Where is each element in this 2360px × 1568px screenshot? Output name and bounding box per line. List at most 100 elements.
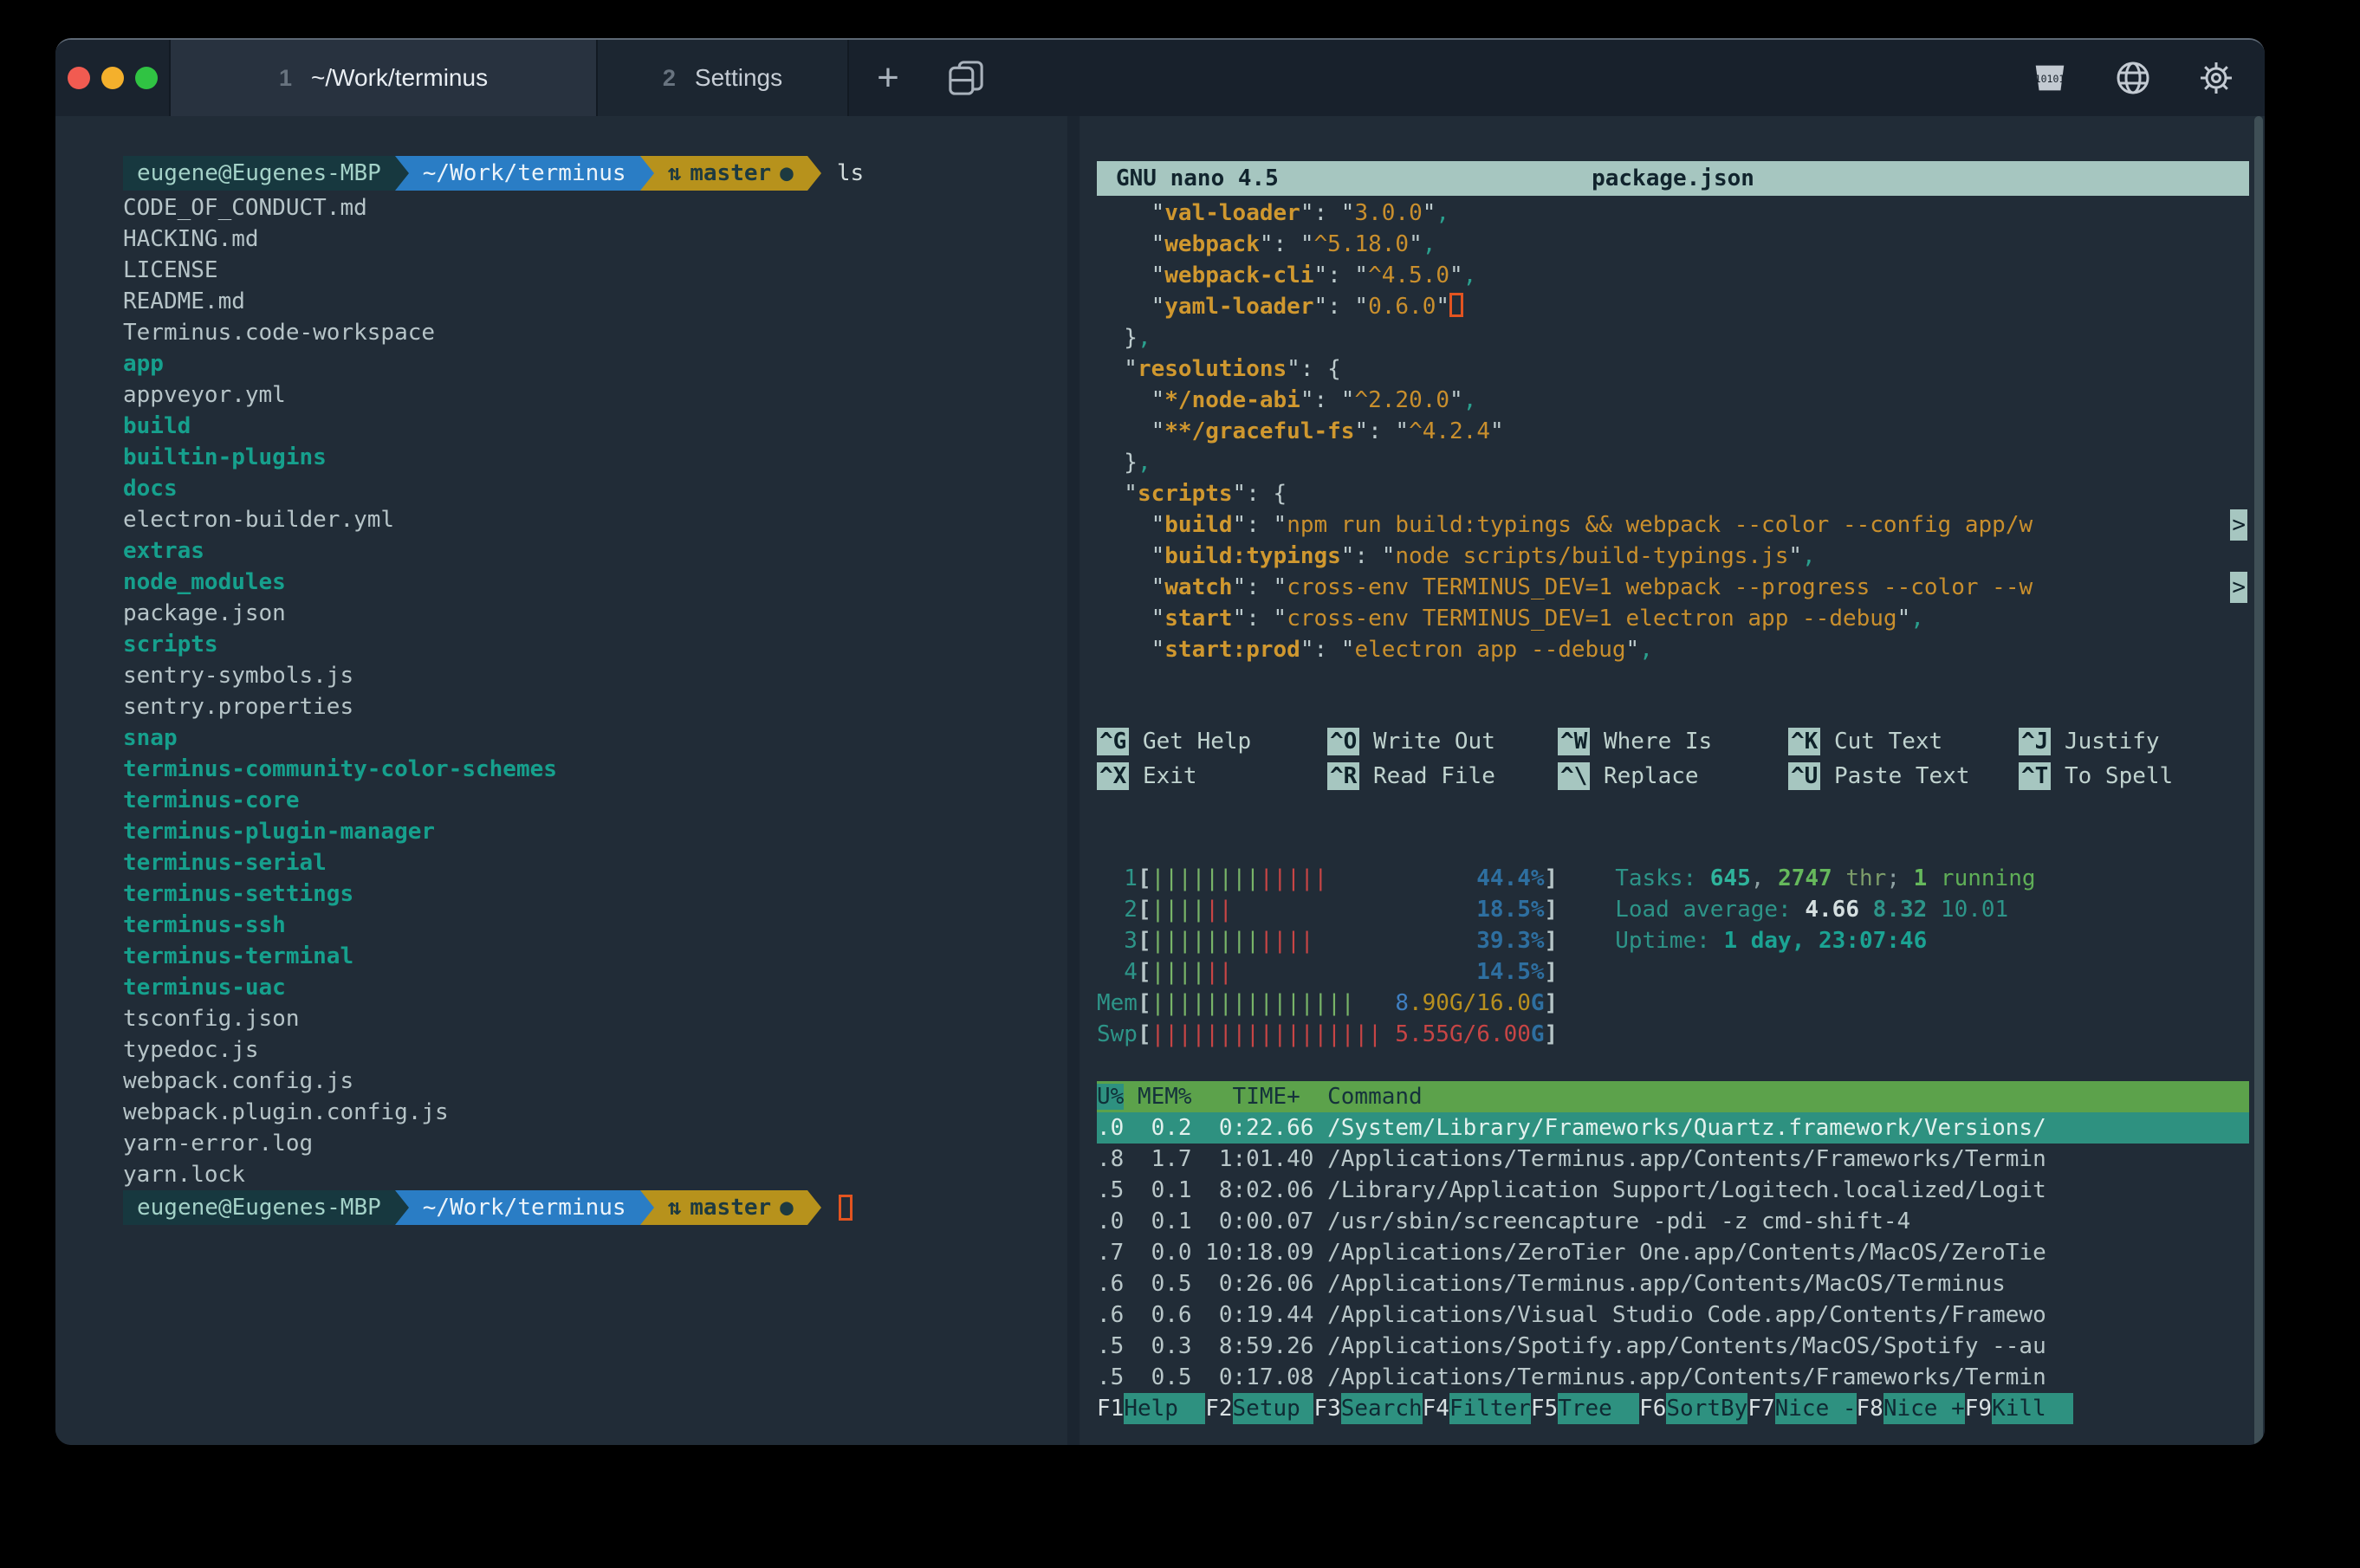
list-item: Terminus.code-workspace xyxy=(123,317,1067,348)
list-item: builtin-plugins xyxy=(123,442,1067,473)
meter-row: 2[||||||18.5%] xyxy=(1097,894,1558,925)
text-line: "webpack-cli": "^4.5.0", xyxy=(1097,260,2265,291)
list-item: yarn.lock xyxy=(123,1159,1067,1190)
powerline-separator-icon xyxy=(640,156,654,191)
new-tab-button[interactable]: + xyxy=(849,40,927,116)
nano-shortcut[interactable]: ^G Get Help xyxy=(1097,726,1327,757)
tab-title: Settings xyxy=(695,64,782,92)
prompt-git-segment: ⇅master● xyxy=(654,156,807,191)
git-dirty-dot-icon: ● xyxy=(780,1192,794,1223)
titlebar-actions: 10101 xyxy=(2031,40,2235,116)
text-line: Uptime: 1 day, 23:07:46 xyxy=(1615,925,2035,956)
meter-row: 4[||||||14.5%] xyxy=(1097,956,1558,988)
nano-shortcut[interactable]: ^\ Replace xyxy=(1558,761,1788,792)
nano-shortcut-row: ^X Exit^R Read File^\ Replace^U Paste Te… xyxy=(1097,761,2249,795)
close-button[interactable] xyxy=(68,67,90,89)
list-item: sentry-symbols.js xyxy=(123,660,1067,691)
serial-port-button[interactable]: 10101 xyxy=(2031,59,2069,97)
nano-shortcut[interactable]: ^X Exit xyxy=(1097,761,1327,792)
text-line: }, xyxy=(1097,322,2265,353)
list-item: terminus-ssh xyxy=(123,910,1067,941)
nano-shortcut[interactable]: ^R Read File xyxy=(1327,761,1558,792)
fkey-f7[interactable]: F7Nice - xyxy=(1747,1393,1856,1424)
scrollbar[interactable] xyxy=(2254,116,2263,1445)
nano-editor-text[interactable]: "val-loader": "3.0.0", "webpack": "^5.18… xyxy=(1097,198,2265,665)
fkey-f4[interactable]: F4Filter xyxy=(1423,1393,1531,1424)
text-line: Load average: 4.66 8.32 10.01 xyxy=(1615,894,2035,925)
settings-button[interactable] xyxy=(2197,59,2235,97)
shell-prompt: eugene@Eugenes-MBP ~/Work/terminus ⇅mast… xyxy=(123,156,1067,191)
git-branch-icon: ⇅ xyxy=(668,1192,682,1223)
list-item: build xyxy=(123,411,1067,442)
list-item: LICENSE xyxy=(123,255,1067,286)
fkey-f1[interactable]: F1Help xyxy=(1097,1393,1205,1424)
text-line: "start": "cross-env TERMINUS_DEV=1 elect… xyxy=(1097,603,2265,634)
cpu-memory-meters: 1[|||||||||||||44.4%]2[||||||18.5%]3[|||… xyxy=(1097,863,1558,1050)
powerline-separator-icon xyxy=(640,1190,654,1225)
tab-title: ~/Work/terminus xyxy=(311,64,488,92)
text-line: "build": "npm run build:typings && webpa… xyxy=(1097,509,2265,541)
process-row[interactable]: .5 0.3 8:59.26 /Applications/Spotify.app… xyxy=(1097,1331,2249,1362)
prompt-cwd-segment: ~/Work/terminus xyxy=(409,156,640,191)
shell-prompt: eugene@Eugenes-MBP ~/Work/terminus ⇅mast… xyxy=(123,1190,1067,1225)
process-row[interactable]: .0 0.2 0:22.66 /System/Library/Framework… xyxy=(1097,1112,2249,1144)
nano-shortcut[interactable]: ^W Where Is xyxy=(1558,726,1788,757)
text-line: "*/node-abi": "^2.20.0", xyxy=(1097,385,2265,416)
terminal-cursor xyxy=(839,1195,853,1221)
nano-shortcut[interactable]: ^U Paste Text xyxy=(1788,761,2019,792)
tab-settings[interactable]: 2 Settings xyxy=(598,40,849,116)
fkey-f6[interactable]: F6SortBy xyxy=(1639,1393,1747,1424)
process-row[interactable]: .8 1.7 1:01.40 /Applications/Terminus.ap… xyxy=(1097,1144,2249,1175)
list-item: extras xyxy=(123,535,1067,567)
list-item: package.json xyxy=(123,598,1067,629)
globe-button[interactable] xyxy=(2114,59,2152,97)
process-row[interactable]: .7 0.0 10:18.09 /Applications/ZeroTier O… xyxy=(1097,1237,2249,1268)
fkey-f2[interactable]: F2Setup xyxy=(1205,1393,1313,1424)
minimize-button[interactable] xyxy=(101,67,124,89)
list-item: yarn-error.log xyxy=(123,1128,1067,1159)
powerline-separator-icon xyxy=(807,156,821,191)
list-item: HACKING.md xyxy=(123,224,1067,255)
process-row[interactable]: .5 0.1 8:02.06 /Library/Application Supp… xyxy=(1097,1175,2249,1206)
nano-shortcut[interactable]: ^T To Spell xyxy=(2019,761,2249,792)
fkey-f9[interactable]: F9Kill xyxy=(1965,1393,2073,1424)
list-item: webpack.config.js xyxy=(123,1066,1067,1097)
list-item: snap xyxy=(123,722,1067,754)
text-line: "resolutions": { xyxy=(1097,353,2265,385)
text-line: "**/graceful-fs": "^4.2.4" xyxy=(1097,416,2265,447)
process-row[interactable]: .0 0.1 0:00.07 /usr/sbin/screencapture -… xyxy=(1097,1206,2249,1237)
nano-shortcut[interactable]: ^J Justify xyxy=(2019,726,2249,757)
process-row[interactable]: .6 0.5 0:26.06 /Applications/Terminus.ap… xyxy=(1097,1268,2249,1299)
split-layout-button[interactable] xyxy=(927,40,1005,116)
list-item: terminus-settings xyxy=(123,878,1067,910)
nano-shortcut-row: ^G Get Help^O Write Out^W Where Is^K Cut… xyxy=(1097,726,2249,761)
prompt-user-segment: eugene@Eugenes-MBP xyxy=(123,1190,395,1225)
svg-text:10101: 10101 xyxy=(2035,73,2065,85)
htop-header-area: 1[|||||||||||||44.4%]2[||||||18.5%]3[|||… xyxy=(1097,863,2265,1050)
text-line: "build:typings": "node scripts/build-typ… xyxy=(1097,541,2265,572)
nano-shortcut[interactable]: ^O Write Out xyxy=(1327,726,1558,757)
process-table: U% MEM% TIME+ Command .0 0.2 0:22.66 /Sy… xyxy=(1097,1081,2249,1426)
serial-port-icon: 10101 xyxy=(2031,63,2069,93)
process-table-header[interactable]: U% MEM% TIME+ Command xyxy=(1097,1081,2249,1112)
text-line: }, xyxy=(1097,447,2265,478)
process-row[interactable]: .5 0.5 0:17.08 /Applications/Terminus.ap… xyxy=(1097,1362,2249,1393)
process-row[interactable]: .6 0.6 0:19.44 /Applications/Visual Stud… xyxy=(1097,1299,2249,1331)
fkey-f8[interactable]: F8Nice + xyxy=(1857,1393,1965,1424)
shell-pane[interactable]: eugene@Eugenes-MBP ~/Work/terminus ⇅mast… xyxy=(55,116,1080,1445)
powerline-separator-icon xyxy=(395,1190,409,1225)
list-item: app xyxy=(123,348,1067,379)
fkey-f3[interactable]: F3Search xyxy=(1313,1393,1422,1424)
zoom-button[interactable] xyxy=(135,67,158,89)
terminal-panes: eugene@Eugenes-MBP ~/Work/terminus ⇅mast… xyxy=(55,116,2265,1445)
list-item: terminus-core xyxy=(123,785,1067,816)
nano-shortcut[interactable]: ^K Cut Text xyxy=(1788,726,2019,757)
powerline-separator-icon xyxy=(395,156,409,191)
nano-htop-pane[interactable]: GNU nano 4.5 package.json "val-loader": … xyxy=(1080,116,2265,1445)
htop-stats: Tasks: 645, 2747 thr; 1 runningLoad aver… xyxy=(1615,863,2035,1050)
fkey-f5[interactable]: F5Tree xyxy=(1531,1393,1639,1424)
meter-row: 1[|||||||||||||44.4%] xyxy=(1097,863,1558,894)
tab-work-terminus[interactable]: 1 ~/Work/terminus xyxy=(169,40,598,116)
text-line: "watch": "cross-env TERMINUS_DEV=1 webpa… xyxy=(1097,572,2265,603)
tab-bar: 1 ~/Work/terminus 2 Settings + 10101 xyxy=(55,40,2265,116)
